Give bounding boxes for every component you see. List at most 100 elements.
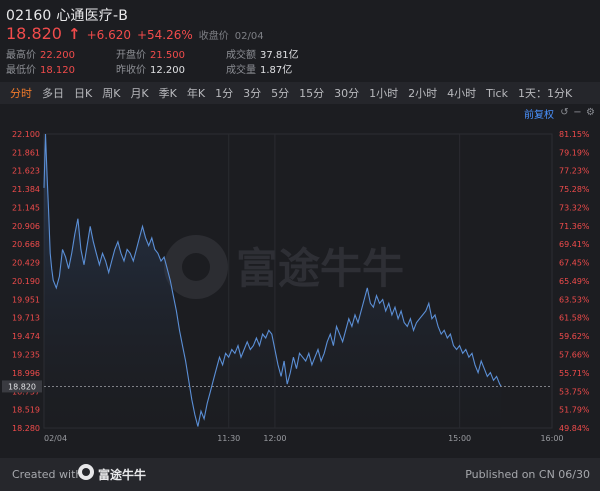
tab-3[interactable]: 周K [97,85,125,101]
y-tick-label-left: 22.100 [12,130,40,139]
x-tick-label: 02/04 [44,434,67,443]
stat-label: 最低价 [6,65,36,76]
y-tick-label-left: 21.623 [12,167,40,176]
stat-value: 12.200 [150,65,185,76]
settings-icon[interactable]: ⚙ [585,107,596,118]
y-tick-label-left: 21.384 [12,185,40,194]
y-tick-label-left: 18.519 [12,406,40,415]
minus-icon[interactable]: − [572,107,583,118]
stat-prev-close: 昨收价 12.200 [116,63,185,79]
y-tick-label-right: 65.49% [559,277,590,286]
stat-volume: 成交量 1.87亿 [226,63,292,79]
y-tick-label-left: 19.235 [12,351,40,360]
tab-4[interactable]: 月K [125,85,153,101]
created-with-text: Created with [12,468,83,481]
y-tick-label-left: 21.861 [12,148,40,157]
stock-name: 心通医疗-B [56,8,129,24]
y-tick-label-left: 19.474 [12,332,40,341]
y-tick-label-right: 81.15% [559,130,590,139]
undo-icon[interactable]: ↺ [559,107,570,118]
close-date: 02/04 [234,31,264,42]
published-text: Published on CN 06/30 [465,468,590,481]
stat-value: 22.200 [40,50,75,61]
tab-10[interactable]: 15分 [294,85,329,101]
futu-logo-icon [78,464,94,480]
chart-svg[interactable]: 富途牛牛 22.100 21.861 21.623 21.384 21.145 20.90… [0,122,600,452]
tab-0[interactable]: 分时 [5,85,37,101]
tab-14[interactable]: 4小时 [442,85,481,101]
y-tick-label-right: 61.58% [559,314,590,323]
stat-low: 最低价 18.120 [6,63,75,79]
y-tick-label-right: 79.19% [559,148,590,157]
footer: Created with 富途牛牛 Published on CN 06/30 [0,458,600,491]
stat-value: 37.81亿 [260,50,299,61]
stat-label: 昨收价 [116,65,146,76]
price-line: 18.820 ↑ +6.620 +54.26% 收盘价 02/04 [6,24,264,44]
tab-8[interactable]: 3分 [238,85,266,101]
y-tick-label-right: 67.45% [559,259,590,268]
stat-value: 18.120 [40,65,75,76]
stat-open: 开盘价 21.500 [116,48,185,64]
price-change-percent: +54.26% [136,28,193,42]
x-axis: 02/04 11:30 12:00 15:00 16:00 [44,434,564,443]
watermark-logo-inner [182,253,210,281]
y-tick-label-left: 19.713 [12,314,40,323]
tab-7[interactable]: 1分 [210,85,238,101]
stat-label: 成交量 [226,65,256,76]
tab-5[interactable]: 季K [154,85,182,101]
watermark-text: 富途牛牛 [236,244,404,293]
last-price-text: 18.820 [8,382,36,391]
y-tick-label-right: 53.75% [559,387,590,396]
y-tick-label-left: 18.996 [12,369,40,378]
y-tick-label-right: 63.53% [559,295,590,304]
last-price: 18.820 [6,24,62,43]
y-tick-label-right: 49.84% [559,424,590,433]
stat-label: 最高价 [6,50,36,61]
y-axis-right: 81.15% 79.19% 77.23% 75.28% 73.32% 71.36% 69.4… [559,130,590,433]
stat-label: 成交额 [226,50,256,61]
y-tick-label-right: 51.79% [559,406,590,415]
x-tick-label: 11:30 [217,434,240,443]
x-tick-label: 12:00 [263,434,286,443]
y-tick-label-left: 20.190 [12,277,40,286]
arrow-up-icon: ↑ [67,25,81,43]
y-tick-label-left: 20.429 [12,259,40,268]
tab-2[interactable]: 日K [69,85,97,101]
brand-name: 富途牛牛 [98,468,147,482]
y-tick-label-right: 73.32% [559,204,590,213]
stock-title: 02160 心通医疗-B [6,5,128,25]
y-tick-label-right: 59.62% [559,332,590,341]
y-tick-label-right: 75.28% [559,185,590,194]
y-tick-label-right: 77.23% [559,167,590,176]
tab-9[interactable]: 5分 [266,85,294,101]
y-tick-label-left: 20.668 [12,240,40,249]
y-tick-label-right: 71.36% [559,222,590,231]
stat-turnover: 成交额 37.81亿 [226,48,299,64]
tab-6[interactable]: 年K [182,85,210,101]
y-tick-label-left: 21.145 [12,204,40,213]
tab-12[interactable]: 1小时 [364,85,403,101]
y-tick-label-right: 57.66% [559,351,590,360]
stat-value: 1.87亿 [260,65,293,76]
tab-16[interactable]: 1天：1分K [513,85,577,101]
y-tick-label-left: 19.951 [12,295,40,304]
intraday-chart[interactable]: 富途牛牛 22.100 21.861 21.623 21.384 21.145 20.90… [0,122,600,452]
period-tabs: 分时 多日 日K 周K 月K 季K 年K 1分 3分 5分 15分 30分 1小时 2小时 4小时 Tick 1… [0,82,600,104]
tab-15[interactable]: Tick [481,87,513,100]
x-tick-label: 16:00 [540,434,563,443]
stat-value: 21.500 [150,50,185,61]
tab-13[interactable]: 2小时 [403,85,442,101]
stat-high: 最高价 22.200 [6,48,75,64]
quote-header: 02160 心通医疗-B 18.820 ↑ +6.620 +54.26% 收盘价… [0,0,600,82]
y-tick-label-left: 20.906 [12,222,40,231]
stock-chart-app: 02160 心通医疗-B 18.820 ↑ +6.620 +54.26% 收盘价… [0,0,600,491]
price-change: +6.620 [86,28,131,42]
close-label: 收盘价 [198,31,229,42]
stat-label: 开盘价 [116,50,146,61]
adjust-mode-button[interactable]: 前复权 [524,106,554,121]
last-price-label: 18.820 [2,380,42,393]
tab-1[interactable]: 多日 [37,85,69,101]
tab-11[interactable]: 30分 [329,85,364,101]
y-tick-label-right: 69.41% [559,240,590,249]
stock-code: 02160 [6,8,52,24]
